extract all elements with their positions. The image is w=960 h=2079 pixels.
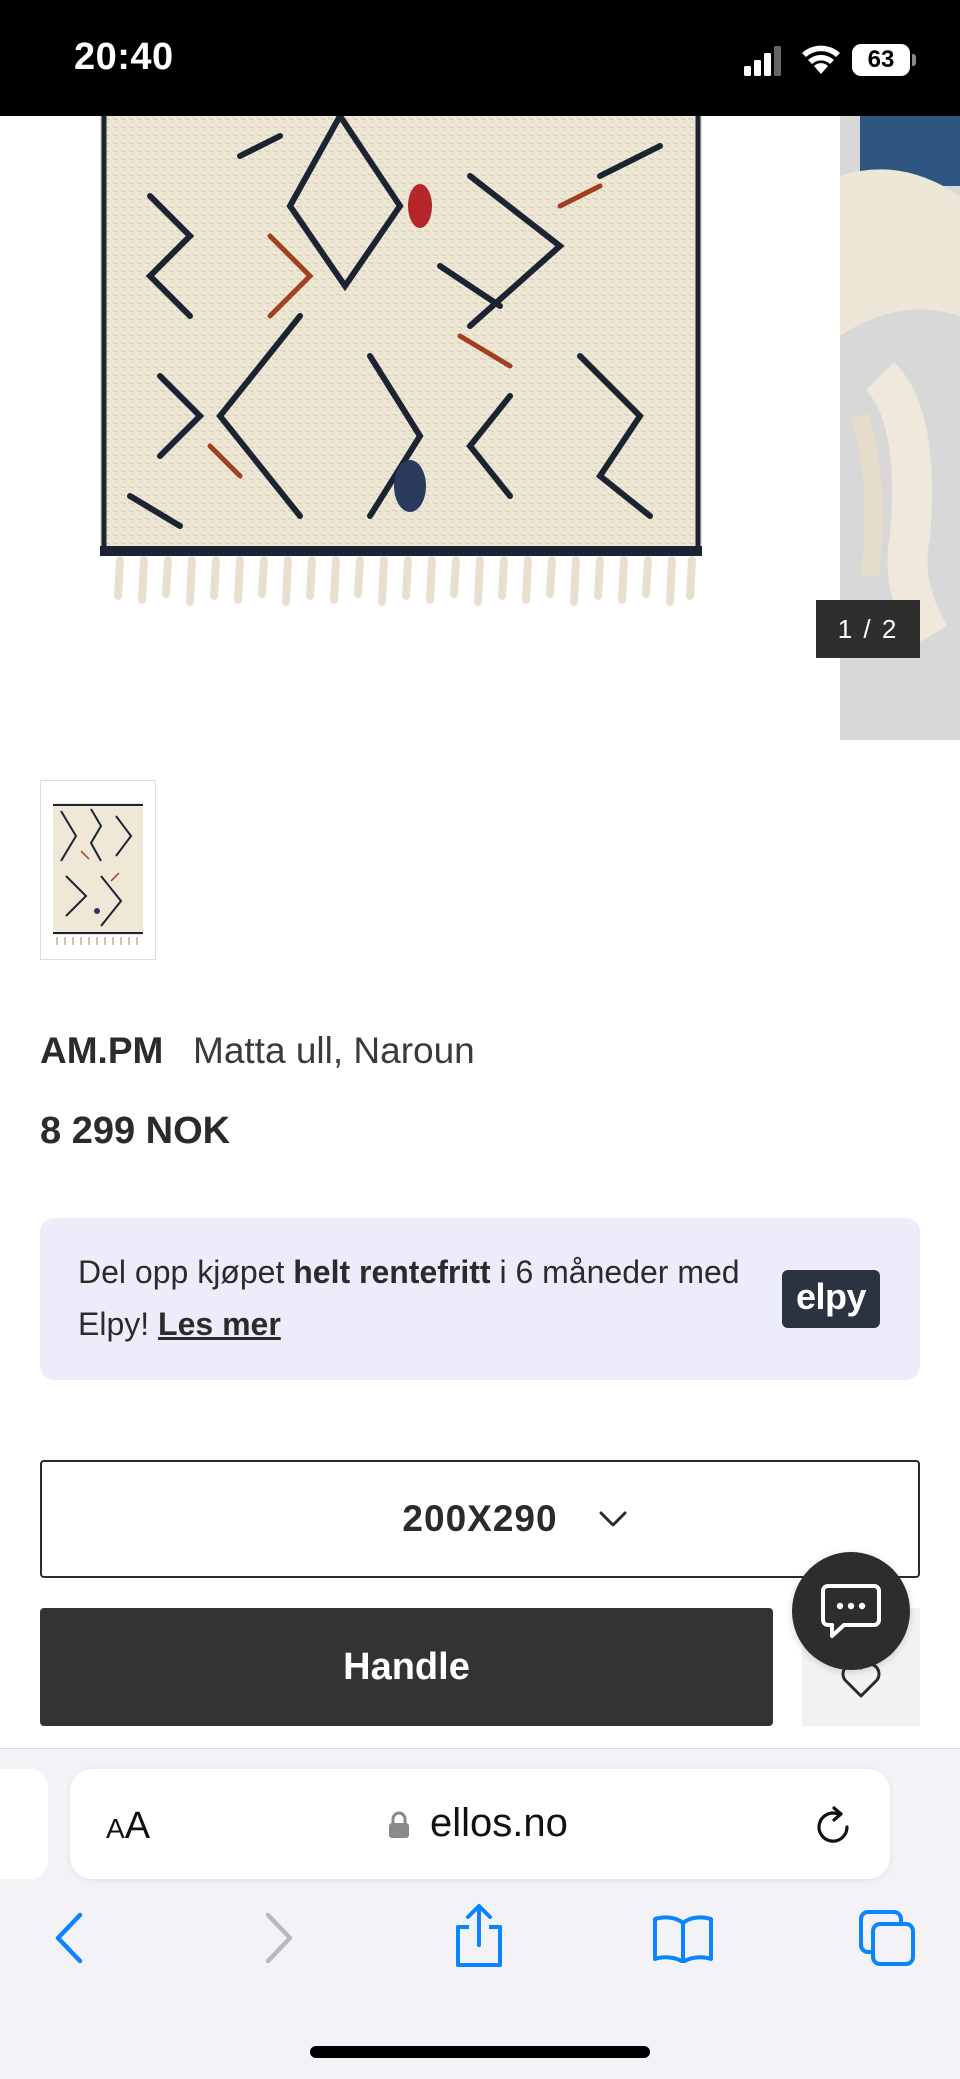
- thumbnail-rug: [53, 803, 143, 945]
- chat-button[interactable]: [792, 1552, 910, 1670]
- product-title: Matta ull, Naroun: [193, 1030, 475, 1071]
- elpy-financing-banner: Del opp kjøpet helt rentefritt i 6 måned…: [40, 1218, 920, 1380]
- elpy-text-prefix: Del opp kjøpet: [78, 1254, 294, 1290]
- share-icon[interactable]: [452, 1903, 506, 1969]
- status-time: 20:40: [74, 36, 174, 78]
- reload-icon[interactable]: [814, 1805, 854, 1847]
- gallery-counter: 1 / 2: [816, 600, 920, 658]
- aa-large: A: [124, 1805, 151, 1847]
- back-icon[interactable]: [52, 1911, 86, 1965]
- product-gallery[interactable]: 1 / 2: [0, 116, 960, 740]
- product-price: 8 299 NOK: [40, 1110, 231, 1152]
- url-text[interactable]: ellos.no: [430, 1801, 568, 1846]
- lock-icon: [389, 1811, 409, 1838]
- elpy-logo: elpy: [782, 1270, 880, 1328]
- home-indicator[interactable]: [310, 2046, 650, 2058]
- wifi-icon: [802, 45, 840, 74]
- previous-tab-preview[interactable]: [0, 1769, 48, 1879]
- forward-icon[interactable]: [262, 1911, 296, 1965]
- size-select[interactable]: 200X290: [40, 1460, 920, 1578]
- size-select-value: 200X290: [402, 1498, 558, 1539]
- product-brand[interactable]: AM.PM: [40, 1030, 163, 1072]
- elpy-text-bold: helt rentefritt: [293, 1254, 491, 1290]
- battery-tip: [912, 54, 916, 66]
- thumbnail-image[interactable]: [40, 780, 156, 960]
- signal-icon: [744, 46, 781, 76]
- chat-icon: [821, 1584, 881, 1638]
- tabs-icon[interactable]: [858, 1909, 916, 1967]
- chevron-down-icon: [599, 1511, 627, 1527]
- elpy-financing-text: Del opp kjøpet helt rentefritt i 6 måned…: [78, 1246, 758, 1350]
- read-more-link[interactable]: Les mer: [158, 1306, 281, 1342]
- reader-settings-button[interactable]: AA: [106, 1805, 150, 1848]
- bookmarks-icon[interactable]: [652, 1913, 714, 1963]
- battery-icon: 63: [852, 44, 910, 76]
- buy-button[interactable]: Handle: [40, 1608, 773, 1726]
- status-bar: 20:40 63: [0, 0, 960, 116]
- aa-small: A: [106, 1813, 125, 1844]
- product-image-rug[interactable]: [40, 116, 760, 636]
- address-bar[interactable]: AA ellos.no: [70, 1769, 890, 1879]
- browser-chrome: AA ellos.no: [0, 1748, 960, 2079]
